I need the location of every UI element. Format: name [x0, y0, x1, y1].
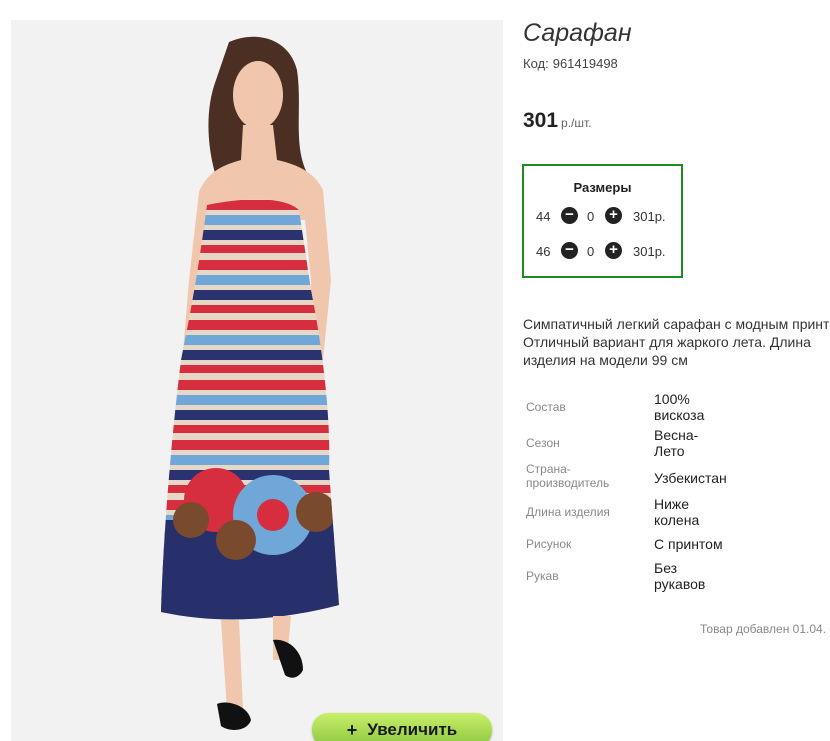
dress-model-image: [161, 36, 339, 730]
sizes-box: Размеры 44 − 0 + 301р. 46 − 0 + 301р.: [522, 164, 683, 278]
size-value: 46: [536, 244, 551, 259]
product-code-label: Код:: [523, 56, 549, 71]
decrease-button[interactable]: −: [561, 242, 578, 259]
property-value: 100% вискоза: [654, 391, 705, 423]
size-price: 301р.: [633, 244, 666, 259]
property-label: Длина изделия: [526, 505, 610, 519]
decrease-button[interactable]: −: [561, 207, 578, 224]
product-photo[interactable]: + Увеличить: [11, 20, 503, 741]
product-description: Симпатичный легкий сарафан с модным прин…: [523, 315, 830, 369]
property-value: Ниже колена: [654, 496, 700, 528]
product-code-value: 961419498: [552, 56, 618, 71]
sizes-header: Размеры: [573, 180, 632, 195]
property-label: Состав: [526, 400, 566, 414]
property-label: Сезон: [526, 436, 560, 450]
added-date: Товар добавлен 01.04.: [700, 622, 827, 636]
plus-icon: +: [346, 720, 358, 740]
property-label: Рукав: [526, 569, 559, 583]
product-code: Код: 961419498: [523, 56, 618, 71]
product-title: Сарафан: [523, 19, 632, 47]
size-value: 44: [536, 209, 551, 224]
increase-button[interactable]: +: [605, 242, 622, 259]
price-unit: р./шт.: [561, 116, 592, 130]
property-value: С принтом: [654, 536, 723, 552]
property-label: Страна-производитель: [526, 462, 610, 490]
zoom-button[interactable]: + Увеличить: [312, 713, 492, 741]
increase-button[interactable]: +: [605, 207, 622, 224]
size-price: 301р.: [633, 209, 666, 224]
property-value: Без рукавов: [654, 560, 706, 592]
product-price: 301 р./шт.: [523, 109, 592, 133]
property-label: Рисунок: [526, 537, 572, 551]
description-line: Отличный вариант для жаркого лета. Длина: [523, 334, 811, 350]
quantity-value: 0: [587, 244, 595, 259]
description-line: Симпатичный легкий сарафан с модным прин…: [523, 316, 830, 332]
description-line: изделия на модели 99 см: [523, 352, 688, 368]
quantity-value: 0: [587, 209, 595, 224]
price-value: 301: [523, 109, 559, 132]
property-value: Весна-Лето: [654, 427, 699, 459]
zoom-button-label: Увеличить: [367, 720, 458, 739]
property-value: Узбекистан: [654, 470, 727, 486]
